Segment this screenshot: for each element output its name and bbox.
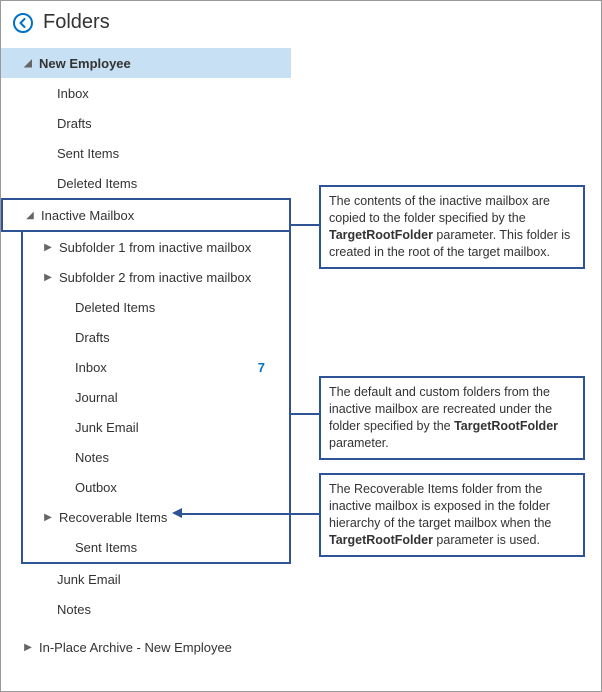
folder-inbox[interactable]: • Inbox — [1, 78, 291, 108]
caret-down-icon: ◢ — [25, 210, 35, 221]
folder-label: Drafts — [75, 330, 281, 345]
folder-root-new-employee[interactable]: ◢ New Employee — [1, 48, 291, 78]
folder-drafts-inactive[interactable]: • Drafts — [23, 322, 289, 352]
folder-label: Outbox — [75, 480, 281, 495]
back-icon[interactable] — [13, 13, 33, 33]
folder-label: Sent Items — [75, 540, 281, 555]
folder-drafts[interactable]: • Drafts — [1, 108, 291, 138]
folder-label: Notes — [57, 602, 283, 617]
callout-recoverable-items: The Recoverable Items folder from the in… — [319, 473, 585, 557]
folder-notes-inactive[interactable]: • Notes — [23, 442, 289, 472]
caret-right-icon: ▶ — [43, 242, 53, 253]
callout-inactive-mailbox: The contents of the inactive mailbox are… — [319, 185, 585, 269]
folder-junk-inactive[interactable]: • Junk Email — [23, 412, 289, 442]
folder-label: Inbox — [57, 86, 283, 101]
folder-notes[interactable]: • Notes — [1, 594, 291, 624]
connector-line — [181, 513, 319, 515]
arrow-left-icon — [172, 508, 182, 518]
folder-subfolder-2[interactable]: ▶ Subfolder 2 from inactive mailbox — [23, 262, 289, 292]
folder-sent-items-inactive[interactable]: • Sent Items — [23, 532, 289, 562]
caret-right-icon: ▶ — [43, 272, 53, 283]
folder-label: Notes — [75, 450, 281, 465]
folder-junk-email[interactable]: • Junk Email — [1, 564, 291, 594]
caret-right-icon: ▶ — [43, 512, 53, 523]
folder-label: Subfolder 1 from inactive mailbox — [59, 240, 281, 255]
folder-tree: ◢ New Employee • Inbox • Drafts • Sent I… — [1, 48, 291, 662]
folder-sent-items[interactable]: • Sent Items — [1, 138, 291, 168]
folder-deleted-items-inactive[interactable]: • Deleted Items — [23, 292, 289, 322]
folder-label: Subfolder 2 from inactive mailbox — [59, 270, 281, 285]
caret-right-icon: ▶ — [23, 642, 33, 653]
folder-label: Drafts — [57, 116, 283, 131]
connector-line — [291, 413, 319, 415]
folder-label: Inactive Mailbox — [41, 208, 281, 223]
folder-label: In-Place Archive - New Employee — [39, 640, 283, 655]
folder-label: Junk Email — [57, 572, 283, 587]
folder-inbox-inactive[interactable]: • Inbox 7 — [23, 352, 289, 382]
highlight-box-inactive-mailbox: ◢ Inactive Mailbox — [1, 198, 291, 232]
folder-journal-inactive[interactable]: • Journal — [23, 382, 289, 412]
folder-deleted-items[interactable]: • Deleted Items — [1, 168, 291, 198]
folder-label: Junk Email — [75, 420, 281, 435]
page-title: Folders — [43, 11, 110, 34]
folder-label: Sent Items — [57, 146, 283, 161]
folder-recoverable-items[interactable]: ▶ Recoverable Items — [23, 502, 289, 532]
folder-label: Journal — [75, 390, 281, 405]
unread-count: 7 — [258, 360, 265, 375]
folder-inactive-mailbox[interactable]: ◢ Inactive Mailbox — [3, 200, 289, 230]
connector-line — [291, 224, 319, 226]
folder-label: Inbox — [75, 360, 258, 375]
callout-subfolders: The default and custom folders from the … — [319, 376, 585, 460]
folder-label: Deleted Items — [75, 300, 281, 315]
caret-down-icon: ◢ — [23, 58, 33, 69]
folder-label: Recoverable Items — [59, 510, 281, 525]
folder-outbox-inactive[interactable]: • Outbox — [23, 472, 289, 502]
folder-in-place-archive[interactable]: ▶ In-Place Archive - New Employee — [1, 632, 291, 662]
folder-label: Deleted Items — [57, 176, 283, 191]
folder-label: New Employee — [39, 56, 283, 71]
folder-subfolder-1[interactable]: ▶ Subfolder 1 from inactive mailbox — [23, 232, 289, 262]
